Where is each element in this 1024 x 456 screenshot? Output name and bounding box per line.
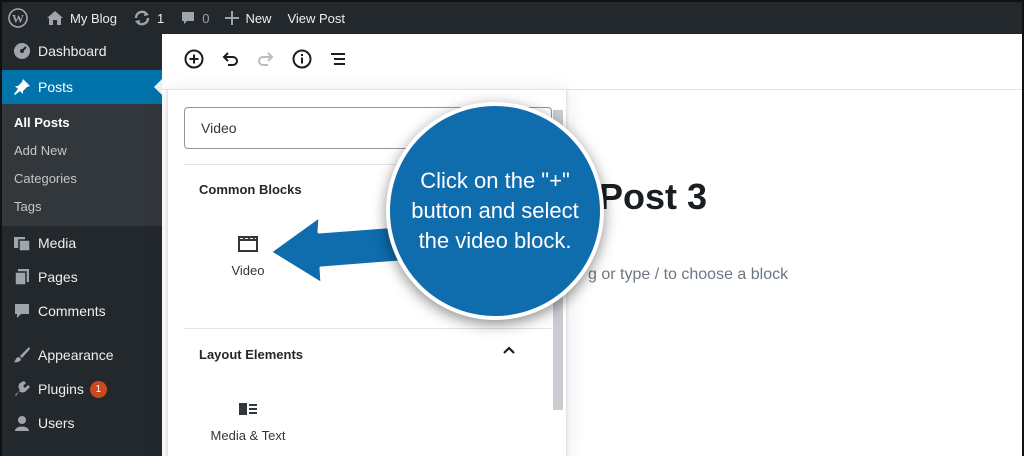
sidebar-item-dashboard[interactable]: Dashboard (2, 34, 162, 68)
comments-link[interactable]: 0 (172, 2, 217, 34)
new-content-link[interactable]: New (217, 2, 279, 34)
sidebar-item-comments[interactable]: Comments (2, 294, 162, 328)
comment-bubble-icon (180, 10, 196, 26)
submenu-all-posts[interactable]: All Posts (2, 108, 162, 136)
sidebar-item-posts[interactable]: Posts (2, 70, 162, 104)
home-icon (46, 10, 64, 26)
site-name-link[interactable]: My Blog (38, 2, 125, 34)
divider (184, 328, 552, 329)
sidebar-item-appearance[interactable]: Appearance (2, 338, 162, 372)
svg-text:W: W (12, 12, 24, 26)
plugins-update-badge: 1 (89, 380, 107, 398)
view-post-label: View Post (287, 10, 346, 26)
pin-icon (12, 77, 32, 97)
sidebar-item-users[interactable]: Users (2, 406, 162, 440)
media-text-icon (188, 400, 308, 418)
chevron-up-icon[interactable] (502, 342, 516, 360)
submenu-tags[interactable]: Tags (2, 192, 162, 220)
post-title[interactable]: Post 3 (599, 176, 707, 218)
undo-icon (220, 49, 240, 74)
content-info-button[interactable] (284, 44, 320, 80)
sidebar-item-label: Users (38, 415, 75, 431)
dashboard-icon (12, 41, 32, 61)
redo-button[interactable] (248, 44, 284, 80)
sidebar-item-label: Pages (38, 269, 78, 285)
submenu-categories[interactable]: Categories (2, 164, 162, 192)
media-icon (12, 233, 32, 253)
add-block-button[interactable] (176, 44, 212, 80)
wordpress-logo-button[interactable]: W (2, 2, 38, 34)
new-label: New (245, 10, 272, 26)
sidebar-item-media[interactable]: Media (2, 226, 162, 260)
posts-submenu: All Posts Add New Categories Tags (2, 104, 162, 226)
submenu-add-new[interactable]: Add New (2, 136, 162, 164)
block-navigation-button[interactable] (320, 44, 356, 80)
users-icon (12, 413, 32, 433)
layout-elements-heading[interactable]: Layout Elements (199, 347, 303, 362)
editor-toolbar (162, 34, 1022, 90)
updates-count: 1 (156, 10, 165, 26)
sidebar-item-label: Dashboard (38, 43, 107, 59)
redo-icon (256, 49, 276, 74)
updates-link[interactable]: 1 (125, 2, 172, 34)
comments-count: 0 (202, 10, 210, 26)
sidebar-item-label: Posts (38, 79, 74, 95)
undo-button[interactable] (212, 44, 248, 80)
media-text-block-label: Media & Text (210, 428, 286, 443)
plus-icon (225, 11, 240, 25)
sidebar-item-label: Media (38, 235, 77, 251)
media-text-block-item[interactable]: Media & Text (188, 400, 308, 443)
block-placeholder[interactable]: g or type / to choose a block (588, 266, 788, 284)
sidebar-item-label: Comments (38, 303, 106, 319)
sidebar-item-label: Appearance (38, 347, 114, 363)
list-icon (328, 49, 348, 74)
admin-bar: W My Blog 1 0 New View Post (2, 2, 1022, 34)
paintbrush-icon (12, 345, 32, 365)
common-blocks-heading[interactable]: Common Blocks (199, 182, 302, 197)
site-name: My Blog (70, 10, 117, 26)
updates-icon (133, 9, 151, 27)
sidebar-item-plugins[interactable]: Plugins 1 (2, 372, 162, 406)
view-post-link[interactable]: View Post (279, 2, 353, 34)
admin-sidebar: Dashboard Posts All Posts Add New Catego… (2, 34, 162, 456)
sidebar-item-label: Plugins (38, 381, 84, 397)
sidebar-item-pages[interactable]: Pages (2, 260, 162, 294)
callout-arrow (268, 214, 401, 286)
plus-circle-icon (183, 48, 205, 75)
comment-icon (12, 301, 32, 321)
instruction-callout: Click on the "+" button and select the v… (386, 102, 604, 320)
pages-icon (12, 267, 32, 287)
info-icon (291, 48, 313, 75)
plugin-icon (12, 379, 32, 399)
wordpress-icon: W (8, 8, 28, 28)
